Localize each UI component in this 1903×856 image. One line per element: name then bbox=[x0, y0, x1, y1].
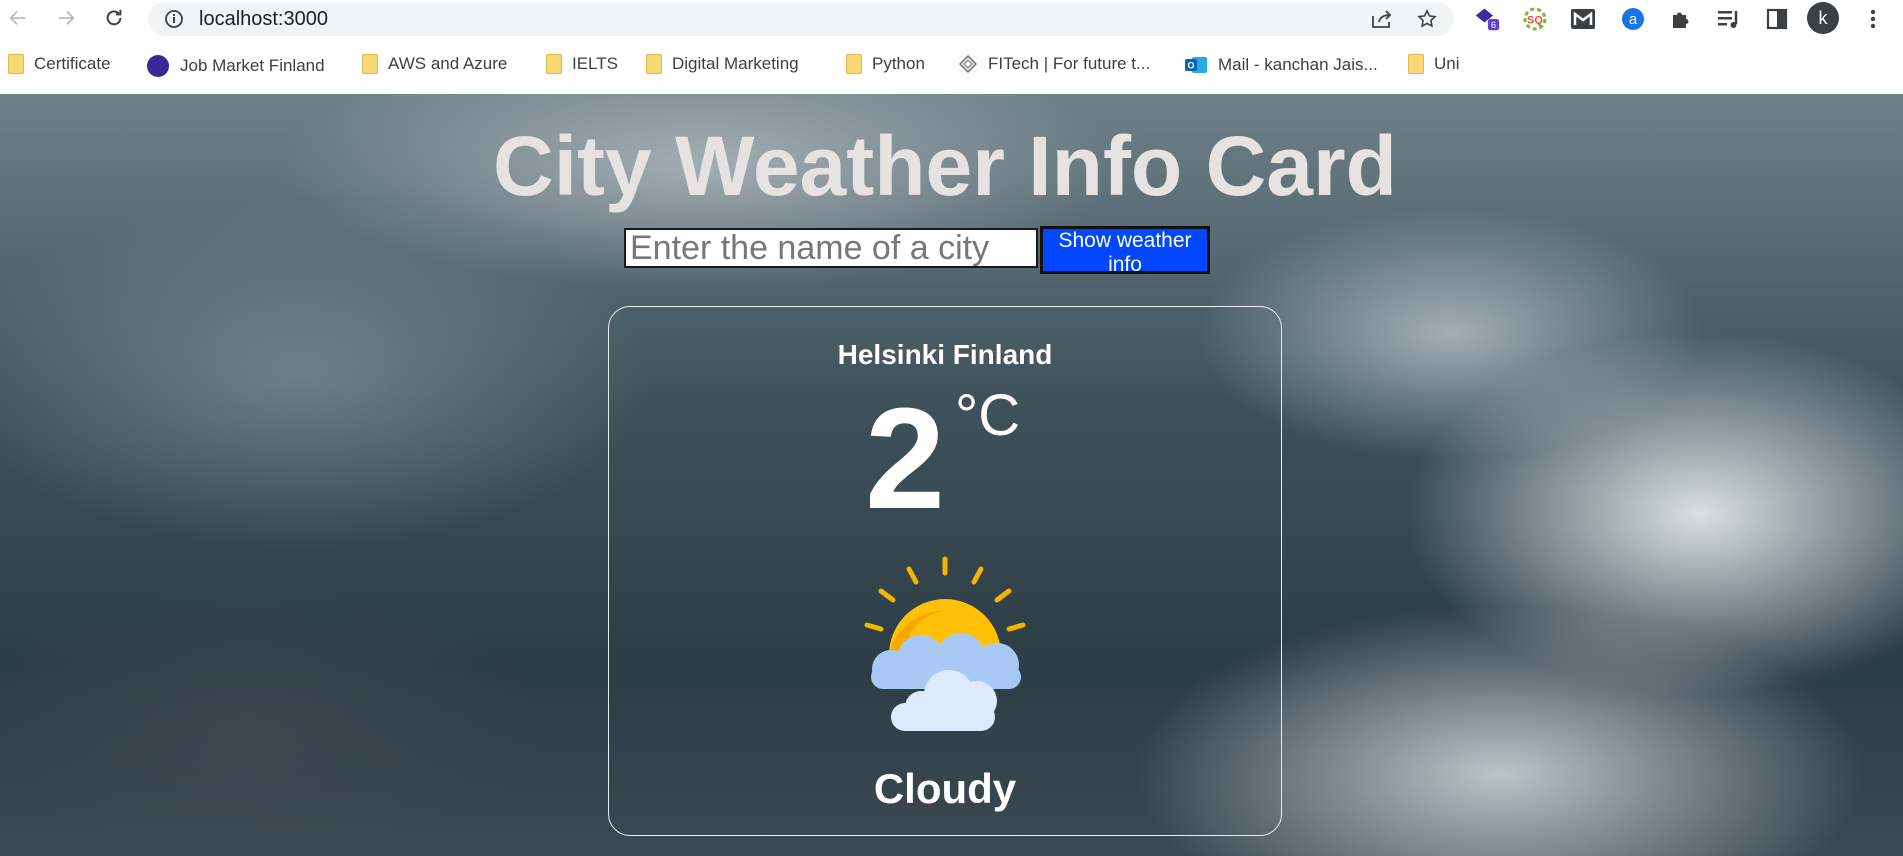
bookmark-job-market-finland[interactable]: Job Market Finland bbox=[146, 54, 325, 78]
gmail-extension-icon[interactable] bbox=[1570, 6, 1596, 32]
city-search-input[interactable] bbox=[624, 228, 1038, 268]
weather-page: City Weather Info Card Show weather info… bbox=[0, 94, 1903, 856]
browser-toolbar: localhost:3000 6 SQ a k bbox=[0, 0, 1903, 36]
bookmark-label: FITech | For future t... bbox=[988, 54, 1151, 73]
globe-icon bbox=[147, 55, 169, 77]
bookmark-label: Digital Marketing bbox=[672, 54, 799, 73]
address-bar[interactable]: localhost:3000 bbox=[148, 2, 1454, 36]
bookmark-python[interactable]: Python bbox=[846, 54, 925, 74]
extension-badge-count: 6 bbox=[1491, 20, 1496, 31]
outlook-icon: O bbox=[1185, 57, 1207, 73]
city-name: Helsinki Finland bbox=[837, 339, 1053, 370]
bookmark-label: AWS and Azure bbox=[388, 54, 508, 73]
reload-button[interactable] bbox=[102, 6, 126, 30]
bookmark-star-icon[interactable] bbox=[1416, 8, 1438, 35]
side-panel-icon[interactable] bbox=[1764, 6, 1790, 32]
assistant-extension-icon[interactable]: a bbox=[1620, 6, 1646, 32]
weather-card: Helsinki Finland 2 °C Cloudy bbox=[608, 306, 1282, 836]
bookmark-label: Uni bbox=[1434, 54, 1460, 73]
temperature-display: 2 °C bbox=[865, 387, 1065, 537]
arrow-left-icon bbox=[9, 10, 26, 26]
forward-button[interactable] bbox=[54, 6, 78, 30]
back-button[interactable] bbox=[6, 6, 30, 30]
bookmark-label: IELTS bbox=[572, 54, 618, 73]
bookmarks-bar: Certificate Job Market Finland AWS and A… bbox=[0, 46, 1903, 86]
profile-avatar[interactable]: k bbox=[1807, 2, 1839, 34]
sun-behind-cloud-icon bbox=[864, 556, 1026, 731]
svg-text:a: a bbox=[1629, 11, 1638, 28]
folder-icon bbox=[546, 54, 562, 74]
show-weather-button[interactable]: Show weather info bbox=[1040, 226, 1210, 276]
folder-icon bbox=[8, 54, 24, 74]
seo-extension-icon[interactable]: SQ bbox=[1522, 6, 1548, 32]
fitech-icon bbox=[958, 54, 978, 74]
extension-badge-icon[interactable]: 6 bbox=[1474, 6, 1500, 32]
media-controls-icon[interactable] bbox=[1716, 6, 1742, 32]
bookmark-label: Job Market Finland bbox=[180, 56, 325, 75]
site-info-icon[interactable] bbox=[164, 9, 184, 34]
folder-icon bbox=[1408, 54, 1424, 74]
folder-icon bbox=[646, 54, 662, 74]
extensions-puzzle-icon[interactable] bbox=[1668, 6, 1694, 32]
bookmark-label: Python bbox=[872, 54, 925, 73]
bookmark-ielts[interactable]: IELTS bbox=[546, 54, 618, 74]
more-menu-icon[interactable] bbox=[1860, 6, 1886, 32]
url-text: localhost:3000 bbox=[199, 8, 328, 30]
weather-condition: Cloudy bbox=[873, 765, 1017, 812]
bookmark-aws-azure[interactable]: AWS and Azure bbox=[362, 54, 507, 74]
arrow-right-icon bbox=[58, 10, 75, 26]
bookmark-label: Mail - kanchan Jais... bbox=[1218, 55, 1378, 74]
svg-text:SQ: SQ bbox=[1527, 15, 1543, 27]
bookmark-certificate[interactable]: Certificate bbox=[8, 54, 111, 74]
folder-icon bbox=[846, 54, 862, 74]
share-icon[interactable] bbox=[1370, 8, 1394, 35]
svg-text:O: O bbox=[1187, 61, 1194, 71]
temperature-unit: °C bbox=[955, 383, 1021, 448]
folder-icon bbox=[362, 54, 378, 74]
reload-icon bbox=[106, 9, 122, 26]
bookmark-mail[interactable]: O Mail - kanchan Jais... bbox=[1184, 54, 1378, 76]
bookmark-uni[interactable]: Uni bbox=[1408, 54, 1460, 74]
temperature-value: 2 bbox=[865, 378, 946, 539]
bookmark-fitech[interactable]: FITech | For future t... bbox=[958, 54, 1150, 74]
bookmark-digital-marketing[interactable]: Digital Marketing bbox=[646, 54, 799, 74]
page-title: City Weather Info Card bbox=[493, 119, 1397, 213]
bookmark-label: Certificate bbox=[34, 54, 111, 73]
